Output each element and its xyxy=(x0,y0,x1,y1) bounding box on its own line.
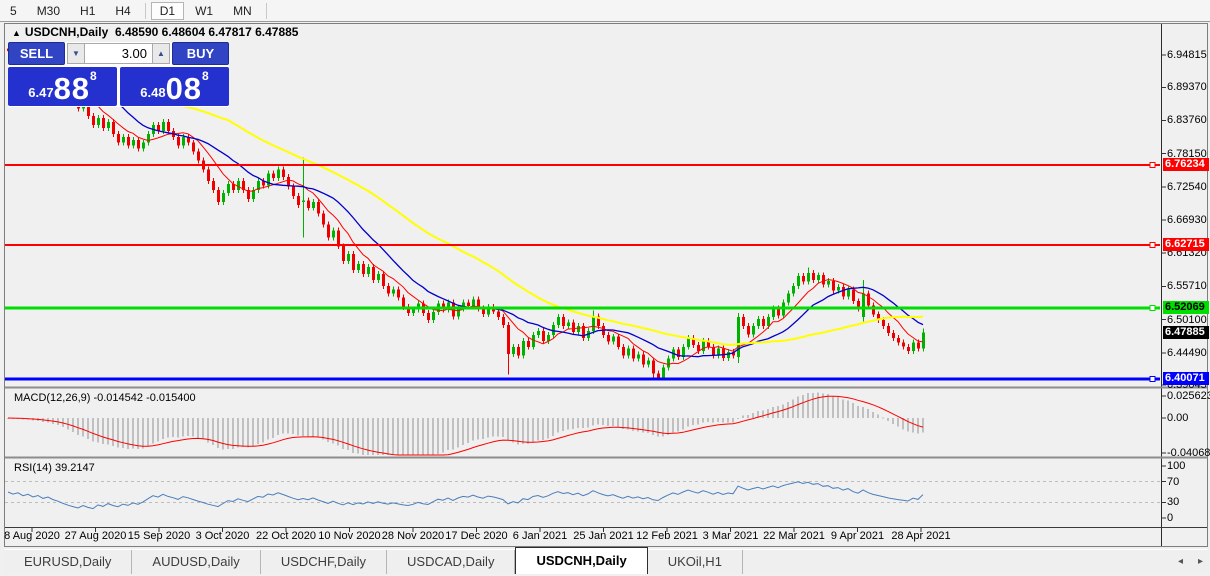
sell-price-sup: 8 xyxy=(90,69,97,83)
timeframe-button-w1[interactable]: W1 xyxy=(186,2,222,20)
tab-scroll-left-icon[interactable]: ◂ xyxy=(1178,556,1183,567)
rsi-scale-label: 100 xyxy=(1167,460,1186,472)
one-click-trading-panel: SELL ▼ ▲ BUY 6.47 88 8 6.48 08 8 xyxy=(8,42,229,107)
sell-price-prefix: 6.47 xyxy=(28,85,54,100)
symbol-tabbar: EURUSD,Daily AUDUSD,Daily USDCHF,Daily USDC… xyxy=(4,547,1208,574)
date-axis-label: 28 Apr 2021 xyxy=(891,530,951,542)
price-tick-label: 6.44490 xyxy=(1167,346,1207,359)
buy-price-big: 08 xyxy=(165,71,203,106)
buy-button[interactable]: BUY xyxy=(172,42,229,65)
symbol-label: USDCNH,Daily xyxy=(24,25,109,39)
timeframe-button-5[interactable]: 5 xyxy=(1,2,26,20)
tab-usdcad[interactable]: USDCAD,Daily xyxy=(387,550,516,574)
price-tick-label: 6.50100 xyxy=(1167,313,1207,326)
price-tick-label: 6.94815 xyxy=(1167,49,1207,62)
macd-scale-label: 0.025623 xyxy=(1167,390,1210,402)
price-level-tag: 6.40071 xyxy=(1163,372,1209,386)
toolbar-separator xyxy=(265,2,267,19)
current-price-tag: 6.47885 xyxy=(1163,326,1209,340)
price-tick-label: 6.72540 xyxy=(1167,180,1207,193)
timeframe-button-d1[interactable]: D1 xyxy=(150,1,185,20)
tab-usdchf[interactable]: USDCHF,Daily xyxy=(261,550,388,574)
rsi-label: RSI(14) 39.2147 xyxy=(14,462,95,474)
price-tick-label: 6.66930 xyxy=(1167,214,1207,227)
timeframe-button-m30[interactable]: M30 xyxy=(28,2,69,20)
volume-input[interactable] xyxy=(85,44,152,63)
timeframe-button-h1[interactable]: H1 xyxy=(71,2,104,20)
tab-usdcnh[interactable]: USDCNH,Daily xyxy=(515,547,648,574)
macd-scale-label: 0.00 xyxy=(1167,412,1189,424)
tab-audusd[interactable]: AUDUSD,Daily xyxy=(132,550,261,574)
buy-price-sup: 8 xyxy=(202,69,209,83)
macd-scale-label: -0.040687 xyxy=(1167,446,1210,459)
chart-title: ▲ USDCNH,Daily 6.48590 6.48604 6.47817 6.… xyxy=(12,25,298,39)
tab-eurusd[interactable]: EURUSD,Daily xyxy=(4,550,133,574)
price-tick-label: 6.83760 xyxy=(1167,114,1207,127)
timeframe-button-mn[interactable]: MN xyxy=(224,2,261,20)
rsi-scale-label: 70 xyxy=(1167,475,1180,488)
ohlc-quotes: 6.48590 6.48604 6.47817 6.47885 xyxy=(114,25,299,39)
tab-ukoil[interactable]: UKOil,H1 xyxy=(648,550,743,574)
price-tick-label: 6.89370 xyxy=(1167,81,1207,94)
symbol-marker-icon: ▲ xyxy=(12,28,21,38)
price-level-tag: 6.52069 xyxy=(1163,301,1209,315)
tab-scroll-right-icon[interactable]: ▸ xyxy=(1198,556,1203,567)
sell-price-big: 88 xyxy=(53,71,91,106)
sell-price-button[interactable]: 6.47 88 8 xyxy=(8,67,117,106)
timeframe-button-h4[interactable]: H4 xyxy=(106,2,139,20)
price-tick-label: 6.55710 xyxy=(1167,280,1207,293)
buy-price-prefix: 6.48 xyxy=(140,85,166,100)
volume-increase-button[interactable]: ▲ xyxy=(152,43,170,64)
buy-price-button[interactable]: 6.48 08 8 xyxy=(120,67,229,106)
price-level-tag: 6.76234 xyxy=(1163,158,1209,172)
toolbar-separator xyxy=(144,2,146,19)
macd-label: MACD(12,26,9) -0.014542 -0.015400 xyxy=(14,392,196,404)
volume-field-wrap xyxy=(85,43,152,64)
sell-button[interactable]: SELL xyxy=(8,42,65,65)
price-level-tag: 6.62715 xyxy=(1163,238,1209,252)
rsi-scale-label: 30 xyxy=(1167,496,1180,509)
rsi-scale-label: 0 xyxy=(1167,512,1174,524)
volume-decrease-button[interactable]: ▼ xyxy=(67,43,85,64)
timeframe-toolbar: 5 M30 H1 H4 D1 W1 MN xyxy=(0,0,1210,22)
